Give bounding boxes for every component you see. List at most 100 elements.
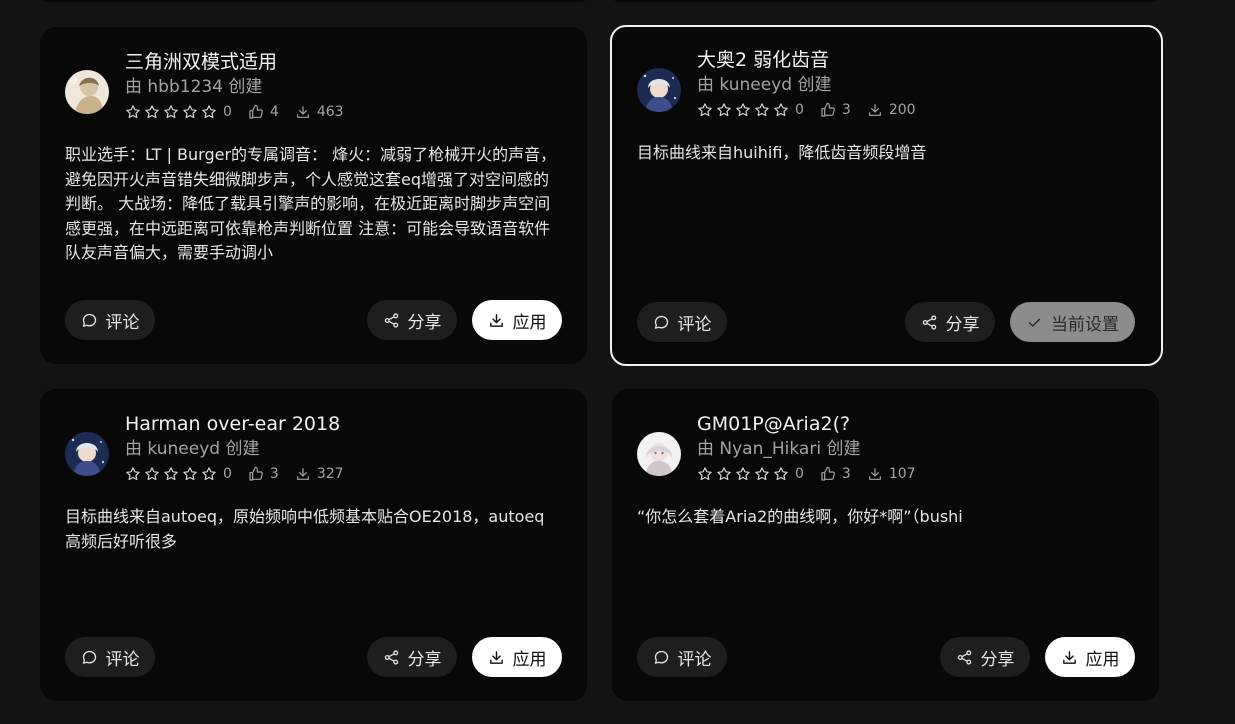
preset-description: 目标曲线来自huihifi，降低齿音频段增音 bbox=[637, 143, 927, 162]
like-count: 3 bbox=[841, 466, 851, 482]
download-count: 463 bbox=[316, 104, 344, 120]
rating-value: 0 bbox=[223, 466, 232, 482]
comment-label: 评论 bbox=[677, 314, 712, 335]
comment-button[interactable]: 评论 bbox=[637, 637, 727, 677]
thumbs-up-icon[interactable] bbox=[248, 466, 264, 482]
star-outline-icon[interactable] bbox=[182, 466, 198, 482]
thumbs-up-icon[interactable] bbox=[820, 466, 836, 482]
star-outline-icon[interactable] bbox=[125, 104, 141, 120]
rating-stars[interactable] bbox=[125, 466, 217, 482]
preset-title: GM01P@Aria2(? bbox=[697, 413, 851, 435]
share-button[interactable]: 分享 bbox=[940, 637, 1030, 677]
comment-icon bbox=[82, 313, 96, 327]
preset-author[interactable]: 由 Nyan_Hikari 创建 bbox=[697, 439, 916, 459]
rating-value: 0 bbox=[795, 102, 804, 118]
share-button[interactable]: 分享 bbox=[367, 637, 457, 677]
preset-author[interactable]: 由 hbb1234 创建 bbox=[125, 77, 344, 97]
star-outline-icon[interactable] bbox=[735, 466, 751, 482]
star-outline-icon[interactable] bbox=[754, 102, 770, 118]
rating-stars[interactable] bbox=[697, 102, 789, 118]
comment-label: 评论 bbox=[105, 649, 140, 670]
star-outline-icon[interactable] bbox=[716, 466, 732, 482]
apply-label: 应用 bbox=[1085, 649, 1120, 670]
star-outline-icon[interactable] bbox=[163, 104, 179, 120]
preset-card[interactable]: Harman over-ear 2018 由 kuneeyd 创建 0 3 32… bbox=[40, 389, 587, 701]
download-icon bbox=[868, 468, 881, 480]
download-icon bbox=[296, 468, 309, 480]
apply-label: 应用 bbox=[512, 649, 547, 670]
author-avatar[interactable] bbox=[637, 68, 681, 112]
comment-button[interactable]: 评论 bbox=[637, 302, 727, 342]
share-icon bbox=[384, 312, 398, 328]
preset-title: 大奥2 弱化齿音 bbox=[697, 49, 830, 71]
download-icon bbox=[296, 106, 309, 118]
preset-author[interactable]: 由 kuneeyd 创建 bbox=[125, 439, 344, 459]
apply-label: 应用 bbox=[512, 312, 547, 333]
star-outline-icon[interactable] bbox=[144, 104, 160, 120]
comment-label: 评论 bbox=[677, 649, 712, 670]
preset-grid: 三角洲双模式适用 由 hbb1234 创建 0 4 463 职业选手：LT | … bbox=[0, 0, 1235, 724]
share-button[interactable]: 分享 bbox=[905, 302, 995, 342]
apply-button[interactable]: 应用 bbox=[472, 637, 562, 677]
rating-stars[interactable] bbox=[125, 104, 217, 120]
card-actions: 评论 分享 应用 bbox=[65, 637, 562, 677]
download-count: 107 bbox=[888, 466, 916, 482]
card-actions: 评论 分享 当前设置 bbox=[637, 302, 1136, 342]
star-outline-icon[interactable] bbox=[697, 102, 713, 118]
download-icon bbox=[489, 650, 503, 664]
share-label: 分享 bbox=[945, 314, 980, 335]
comment-button[interactable]: 评论 bbox=[65, 637, 155, 677]
preset-stats: 0 4 463 bbox=[125, 103, 344, 121]
share-label: 分享 bbox=[407, 649, 442, 670]
preset-description: 目标曲线来自autoeq，原始频响中低频基本贴合OE2018，autoeq高频后… bbox=[65, 507, 545, 551]
apply-button[interactable]: 应用 bbox=[472, 300, 562, 340]
current-setting-button[interactable]: 当前设置 bbox=[1010, 302, 1135, 342]
author-avatar[interactable] bbox=[637, 432, 681, 476]
star-outline-icon[interactable] bbox=[201, 466, 217, 482]
preset-card[interactable]: 三角洲双模式适用 由 hbb1234 创建 0 4 463 职业选手：LT | … bbox=[40, 27, 587, 364]
download-icon bbox=[489, 313, 503, 327]
apply-button[interactable]: 应用 bbox=[1045, 637, 1135, 677]
rating-stars[interactable] bbox=[697, 466, 789, 482]
thumbs-up-icon[interactable] bbox=[820, 102, 836, 118]
star-outline-icon[interactable] bbox=[773, 466, 789, 482]
download-count: 200 bbox=[888, 102, 916, 118]
star-outline-icon[interactable] bbox=[735, 102, 751, 118]
star-outline-icon[interactable] bbox=[773, 102, 789, 118]
preset-stats: 0 3 107 bbox=[697, 465, 916, 483]
preset-author[interactable]: 由 kuneeyd 创建 bbox=[697, 75, 916, 95]
preset-description: 职业选手：LT | Burger的专属调音： 烽火：减弱了枪械开火的声音，避免因… bbox=[65, 145, 557, 262]
like-count: 3 bbox=[841, 102, 851, 118]
preset-card[interactable]: GM01P@Aria2(? 由 Nyan_Hikari 创建 0 3 107 “… bbox=[612, 389, 1159, 701]
share-button[interactable]: 分享 bbox=[367, 300, 457, 340]
download-icon bbox=[1062, 650, 1076, 664]
download-icon bbox=[868, 104, 881, 116]
star-outline-icon[interactable] bbox=[754, 466, 770, 482]
previous-card-edge bbox=[40, 0, 587, 2]
star-outline-icon[interactable] bbox=[144, 466, 160, 482]
thumbs-up-icon[interactable] bbox=[248, 104, 264, 120]
rating-value: 0 bbox=[795, 466, 804, 482]
star-outline-icon[interactable] bbox=[125, 466, 141, 482]
preset-card-selected[interactable]: 大奥2 弱化齿音 由 kuneeyd 创建 0 3 200 目标曲线来自huih… bbox=[610, 25, 1163, 366]
star-outline-icon[interactable] bbox=[182, 104, 198, 120]
card-actions: 评论 分享 应用 bbox=[65, 300, 562, 340]
like-count: 3 bbox=[269, 466, 279, 482]
comment-icon bbox=[654, 315, 668, 329]
author-avatar[interactable] bbox=[65, 70, 109, 114]
author-avatar[interactable] bbox=[65, 432, 109, 476]
star-outline-icon[interactable] bbox=[163, 466, 179, 482]
comment-button[interactable]: 评论 bbox=[65, 300, 155, 340]
preset-title: Harman over-ear 2018 bbox=[125, 413, 341, 435]
preset-title: 三角洲双模式适用 bbox=[125, 51, 278, 73]
star-outline-icon[interactable] bbox=[716, 102, 732, 118]
card-actions: 评论 分享 应用 bbox=[637, 637, 1135, 677]
star-outline-icon[interactable] bbox=[697, 466, 713, 482]
rating-value: 0 bbox=[223, 104, 232, 120]
previous-card-edge bbox=[612, 0, 1159, 2]
current-setting-label: 当前设置 bbox=[1051, 314, 1119, 335]
comment-icon bbox=[654, 650, 668, 664]
share-icon bbox=[384, 649, 398, 665]
share-label: 分享 bbox=[980, 649, 1015, 670]
star-outline-icon[interactable] bbox=[201, 104, 217, 120]
